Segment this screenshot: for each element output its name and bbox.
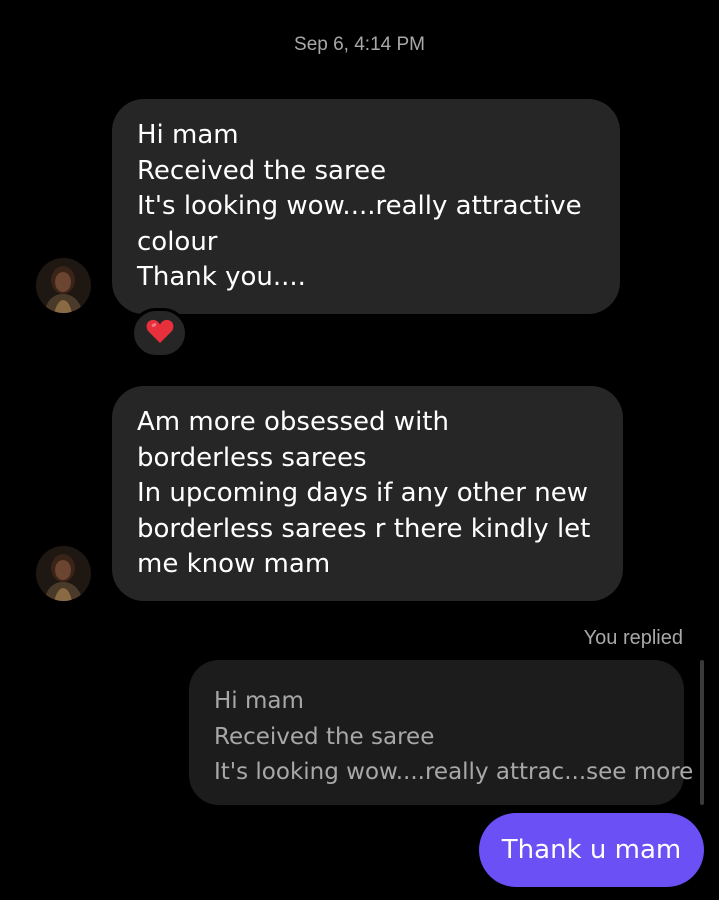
- avatar[interactable]: [36, 546, 91, 601]
- quoted-message[interactable]: Hi mam Received the saree It's looking w…: [189, 660, 694, 805]
- message-line: Hi mam: [137, 120, 239, 150]
- message-bubble[interactable]: Hi mam Received the saree It's looking w…: [112, 99, 620, 314]
- heart-icon: [146, 318, 174, 348]
- message-line: Received the saree: [137, 155, 387, 186]
- message-line: colour: [137, 226, 218, 257]
- avatar[interactable]: [36, 258, 91, 313]
- message-bubble[interactable]: Am more obsessed with borderless sarees …: [112, 386, 623, 601]
- quoted-line: Hi mam: [214, 688, 304, 714]
- message-line: In upcoming days if any other new: [137, 478, 589, 508]
- message-line: borderless sarees r there kindly let: [137, 513, 591, 544]
- quoted-line: It's looking wow....really attrac...see …: [214, 759, 694, 785]
- reply-indicator: [700, 660, 704, 805]
- timestamp: Sep 6, 4:14 PM: [294, 34, 425, 55]
- message-line: Am more obsessed with: [137, 407, 449, 437]
- reply-label: You replied: [583, 627, 683, 649]
- quoted-line: Received the saree: [214, 723, 435, 750]
- message-line: Thank you....: [137, 262, 306, 292]
- reaction-badge[interactable]: [131, 308, 188, 358]
- sent-message-bubble[interactable]: Thank u mam: [479, 813, 704, 887]
- message-line: me know mam: [137, 549, 331, 579]
- message-line: borderless sarees: [137, 442, 367, 473]
- message-line: It's looking wow....really attractive: [137, 191, 582, 221]
